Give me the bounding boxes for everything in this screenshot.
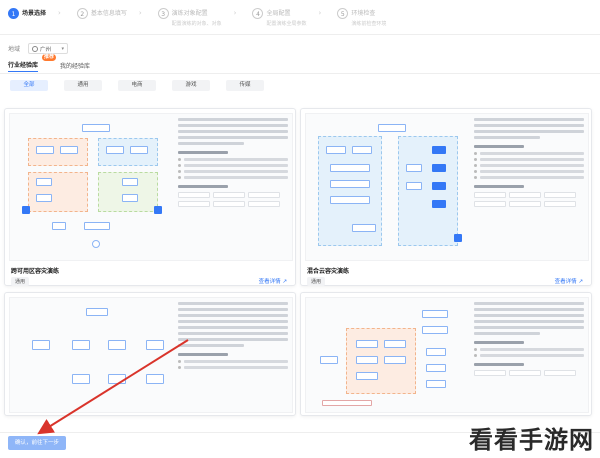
scenario-description <box>474 118 584 210</box>
architecture-diagram <box>12 116 172 260</box>
step-subtitle: 演练前检查环境 <box>351 21 387 27</box>
site-watermark: 看看手游网 <box>469 426 594 454</box>
step-title: 全局配置 <box>266 10 291 17</box>
step-number: 5 <box>337 8 349 19</box>
scenario-card[interactable] <box>4 292 296 416</box>
scenario-diagram <box>305 113 589 261</box>
step-title: 场景选择 <box>22 10 47 17</box>
page: 1 场景选择 › 2 基本信息填写 › 3 演练对象配置 配置演练的对象、对象 … <box>0 0 600 458</box>
step-title: 演练对象配置 <box>171 10 208 17</box>
next-step-button[interactable]: 确认，前往下一步 <box>8 436 66 450</box>
step-subtitle: 配置演练全局参数 <box>266 21 307 27</box>
scenario-card[interactable] <box>300 292 592 416</box>
view-details-link[interactable]: 查看详情 ↗ <box>555 277 583 285</box>
tab-label: 我的经验库 <box>60 63 91 70</box>
link-label: 查看详情 <box>258 279 281 285</box>
library-tabs: 行业经验库 推荐 我的经验库 <box>8 54 98 72</box>
chevron-right-icon: › <box>58 9 61 17</box>
step-number: 4 <box>252 8 264 19</box>
scenario-card[interactable]: 跨可用区容灾演练 通用 查看详情 ↗ <box>4 108 296 286</box>
filter-general[interactable]: 通用 <box>64 80 102 91</box>
tab-industry-library[interactable]: 行业经验库 推荐 <box>8 54 57 72</box>
step-title: 环境检查 <box>351 10 376 17</box>
scenario-card[interactable]: 混合云容灾演练 通用 查看详情 ↗ <box>300 108 592 286</box>
chevron-down-icon: ▾ <box>61 45 65 52</box>
chevron-right-icon: › <box>318 9 322 17</box>
scenario-description <box>474 302 584 379</box>
view-details-link[interactable]: 查看详情 ↗ <box>259 277 287 285</box>
step-5: 5 环境检查 演练前检查环境 <box>337 8 386 27</box>
region-select[interactable]: 广州 ▾ <box>28 43 69 54</box>
architecture-diagram <box>12 300 172 412</box>
filter-ecommerce[interactable]: 电商 <box>118 80 156 91</box>
chevron-right-icon: › <box>138 9 142 17</box>
divider <box>0 34 600 35</box>
card-title: 跨可用区容灾演练 <box>11 268 60 275</box>
step-2: 2 基本信息填写 <box>76 8 127 19</box>
step-1: 1 场景选择 <box>8 8 46 19</box>
card-tag: 通用 <box>11 277 30 286</box>
step-3: 3 演练对象配置 配置演练的对象、对象 <box>157 8 222 27</box>
architecture-diagram <box>308 116 468 260</box>
divider <box>0 73 600 74</box>
step-number: 2 <box>76 8 88 19</box>
filter-games[interactable]: 游戏 <box>172 80 210 91</box>
tab-label: 行业经验库 <box>8 62 39 69</box>
scenario-description <box>178 302 288 372</box>
scenario-diagram <box>9 297 293 413</box>
category-filters: 全部 通用 电商 游戏 传媒 <box>10 80 280 91</box>
chevron-right-icon: › <box>233 9 237 17</box>
step-number: 3 <box>157 8 169 19</box>
recommend-badge: 推荐 <box>42 54 57 61</box>
card-title: 混合云容灾演练 <box>307 268 350 275</box>
stepper: 1 场景选择 › 2 基本信息填写 › 3 演练对象配置 配置演练的对象、对象 … <box>0 0 600 34</box>
step-subtitle: 配置演练的对象、对象 <box>171 21 222 27</box>
scenario-description <box>178 118 288 210</box>
architecture-diagram <box>308 300 468 412</box>
region-label: 地域 <box>8 46 21 53</box>
tab-my-library[interactable]: 我的经验库 <box>60 61 90 72</box>
region-value: 广州 <box>40 46 52 53</box>
step-4: 4 全局配置 配置演练全局参数 <box>252 8 307 27</box>
region-row: 地域 广州 ▾ <box>8 43 69 54</box>
step-number: 1 <box>8 8 19 19</box>
external-link-icon: ↗ <box>282 279 287 285</box>
globe-icon <box>32 45 39 52</box>
link-label: 查看详情 <box>554 279 577 285</box>
filter-media[interactable]: 传媒 <box>226 80 264 91</box>
external-link-icon: ↗ <box>578 279 583 285</box>
scenario-diagram <box>305 297 589 413</box>
scenario-diagram <box>9 113 293 261</box>
filter-all[interactable]: 全部 <box>10 80 48 91</box>
card-tag: 通用 <box>307 277 326 286</box>
step-title: 基本信息填写 <box>90 10 127 17</box>
